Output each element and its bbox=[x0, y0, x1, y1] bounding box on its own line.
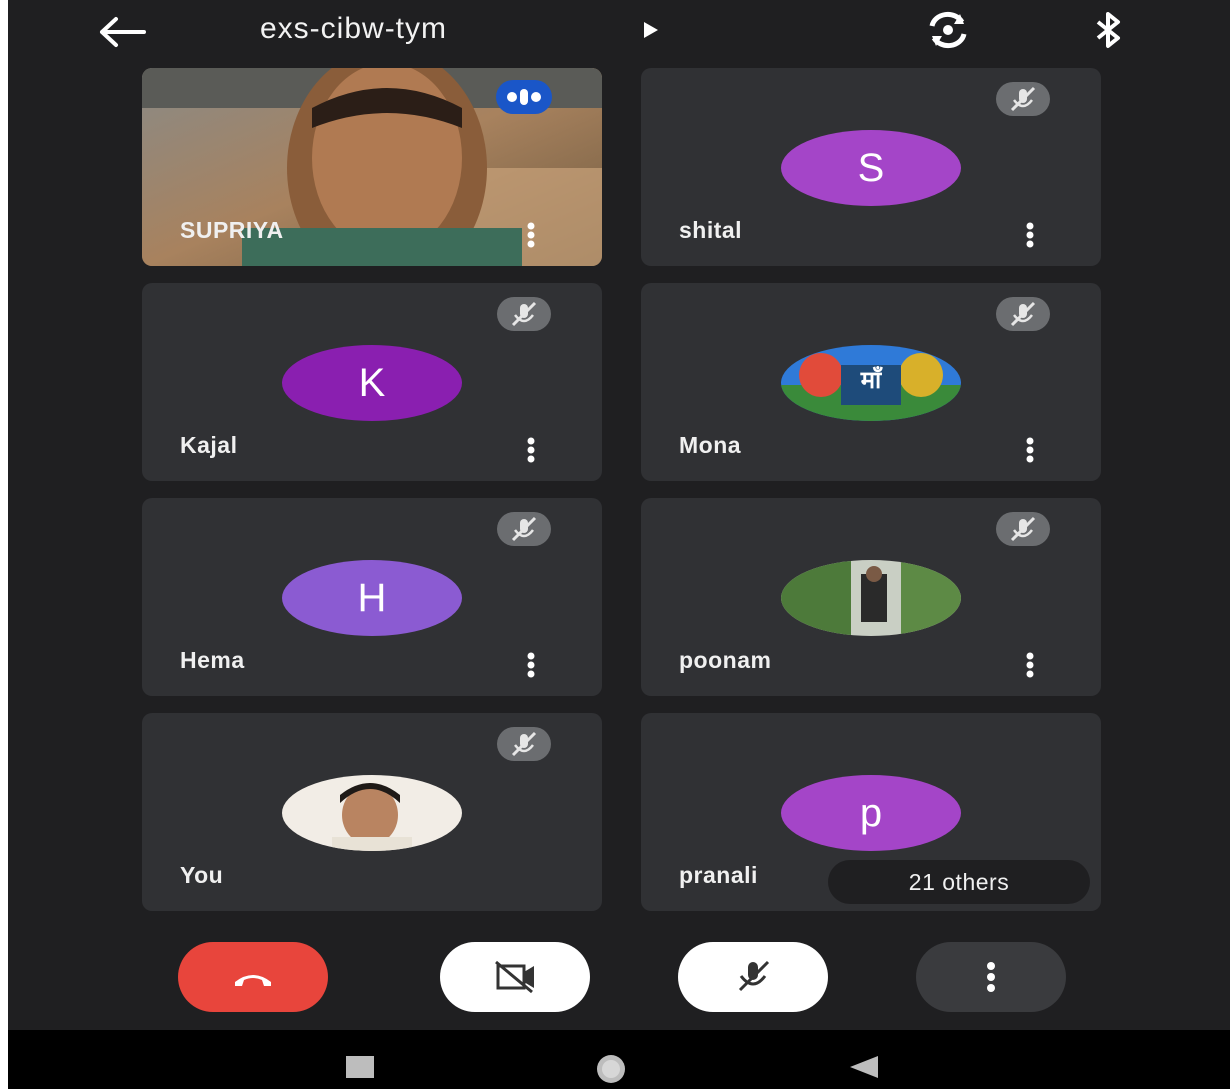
back-triangle-icon[interactable] bbox=[850, 1056, 878, 1083]
participant-name: Hema bbox=[180, 647, 245, 673]
home-circle-icon[interactable] bbox=[594, 1052, 628, 1089]
more-vert-icon[interactable] bbox=[1021, 650, 1039, 680]
more-vert-icon[interactable] bbox=[522, 220, 540, 250]
others-count-chip[interactable]: 21 others bbox=[828, 860, 1090, 904]
participant-tile-supriya[interactable]: SUPRIYA bbox=[142, 68, 602, 266]
top-bar: exs-cibw-tym bbox=[8, 0, 1230, 64]
mic-off-icon bbox=[497, 727, 551, 761]
participant-name: Mona bbox=[679, 432, 742, 458]
avatar-initial: K bbox=[282, 345, 462, 421]
avatar-initial: S bbox=[781, 130, 961, 206]
speaking-indicator-icon bbox=[496, 80, 552, 114]
mic-toggle-button[interactable] bbox=[678, 942, 828, 1012]
participant-tile-kajal[interactable]: K Kajal bbox=[142, 283, 602, 481]
meet-screen: exs-cibw-tym SUPRIYA S shital K Kajal मा… bbox=[8, 0, 1230, 1089]
mic-off-icon bbox=[497, 297, 551, 331]
video-off-icon bbox=[495, 960, 534, 994]
back-arrow-icon[interactable] bbox=[98, 12, 148, 52]
participant-name: shital bbox=[679, 217, 743, 243]
participant-tile-hema[interactable]: H Hema bbox=[142, 498, 602, 696]
mic-off-icon bbox=[996, 297, 1050, 331]
avatar-photo: माँ bbox=[781, 345, 961, 421]
participant-name: poonam bbox=[679, 647, 772, 673]
avatar-photo bbox=[781, 560, 961, 636]
bluetooth-icon[interactable] bbox=[1088, 10, 1128, 50]
camera-toggle-button[interactable] bbox=[440, 942, 590, 1012]
camera-switch-icon[interactable] bbox=[924, 10, 972, 50]
participant-name: You bbox=[180, 862, 224, 888]
recents-square-icon[interactable] bbox=[346, 1056, 374, 1083]
avatar-initial: H bbox=[282, 560, 462, 636]
phone-hangup-icon bbox=[235, 975, 271, 986]
participant-tile-mona[interactable]: माँ Mona bbox=[641, 283, 1101, 481]
avatar-initial: p bbox=[781, 775, 961, 851]
participant-name: Kajal bbox=[180, 432, 238, 458]
hangup-button[interactable] bbox=[178, 942, 328, 1012]
mic-off-icon bbox=[996, 512, 1050, 546]
more-vert-icon[interactable] bbox=[522, 650, 540, 680]
participant-tile-shital[interactable]: S shital bbox=[641, 68, 1101, 266]
mic-off-icon bbox=[738, 960, 770, 992]
participant-name: SUPRIYA bbox=[180, 217, 284, 243]
android-nav-bar bbox=[8, 1030, 1230, 1089]
mic-off-icon bbox=[996, 82, 1050, 116]
participant-tile-you[interactable]: You bbox=[142, 713, 602, 911]
avatar-photo bbox=[282, 775, 462, 851]
participant-name: pranali bbox=[679, 862, 758, 888]
more-vert-icon[interactable] bbox=[1021, 220, 1039, 250]
more-options-button[interactable] bbox=[916, 942, 1066, 1012]
more-vert-icon[interactable] bbox=[522, 435, 540, 465]
mic-off-icon bbox=[497, 512, 551, 546]
more-vert-icon[interactable] bbox=[1021, 435, 1039, 465]
avatar-photo-text: माँ bbox=[860, 367, 882, 394]
more-vert-icon bbox=[987, 962, 995, 992]
play-caret-icon[interactable] bbox=[644, 22, 658, 43]
meeting-code[interactable]: exs-cibw-tym bbox=[260, 12, 447, 46]
participant-tile-poonam[interactable]: poonam bbox=[641, 498, 1101, 696]
